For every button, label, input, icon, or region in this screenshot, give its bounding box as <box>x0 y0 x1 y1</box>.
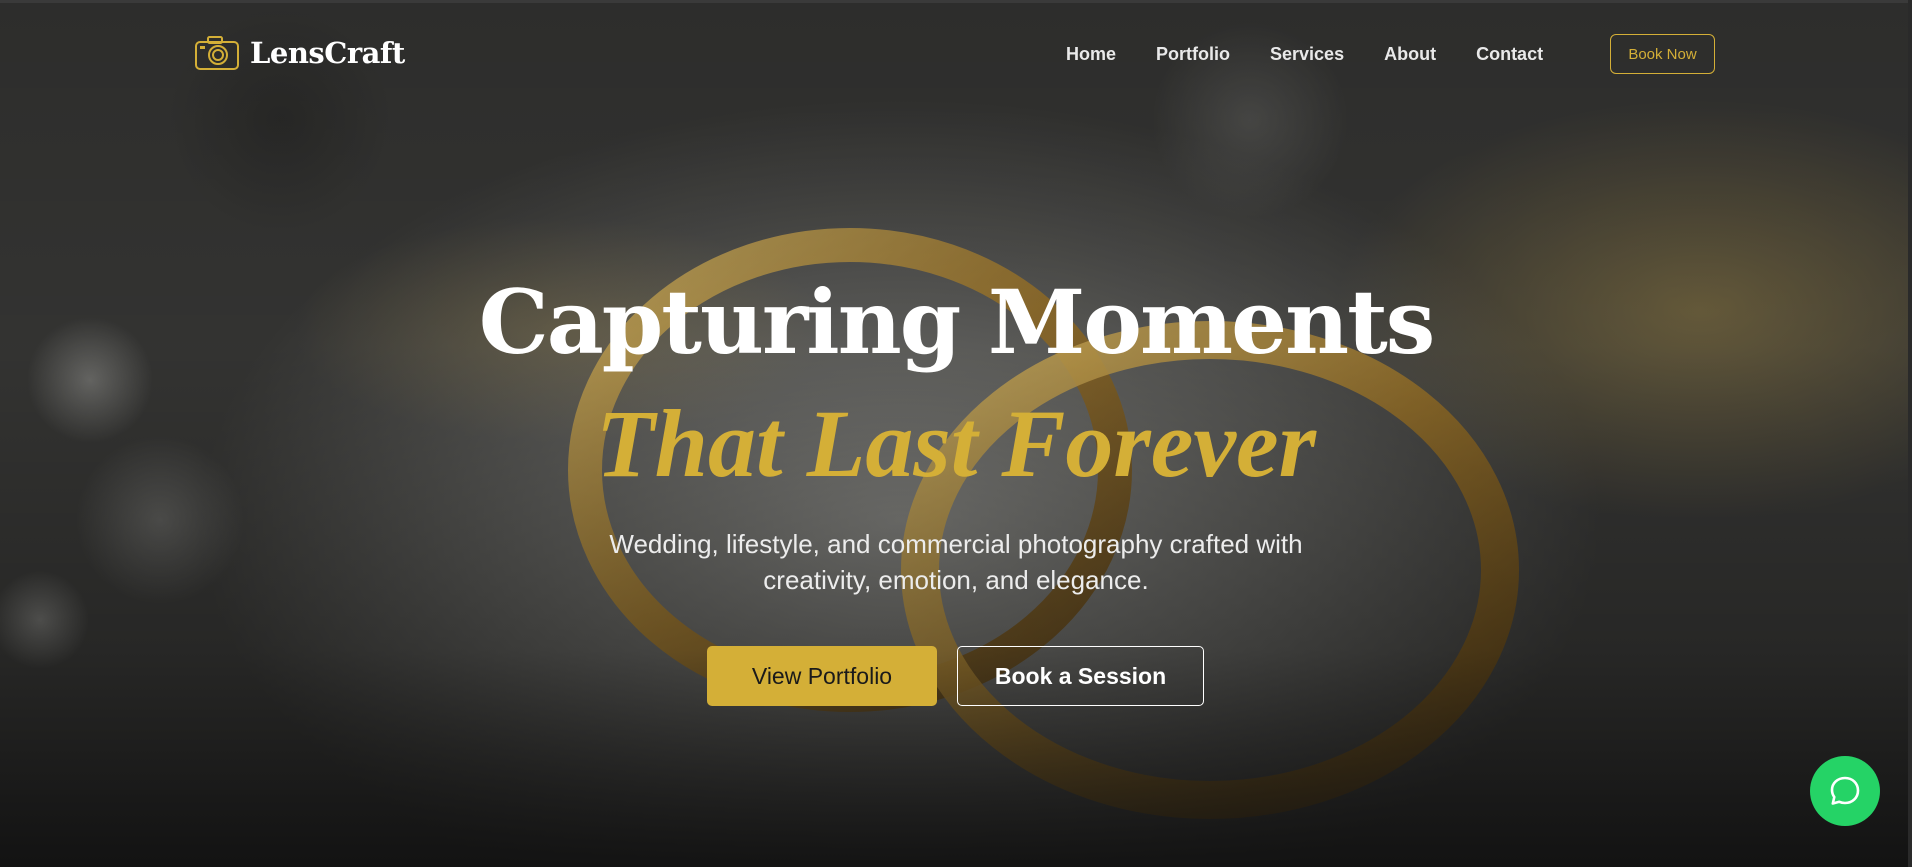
hero-content: Capturing Moments That Last Forever Wedd… <box>0 0 1912 867</box>
hero-tagline: That Last Forever <box>596 390 1316 497</box>
chat-button[interactable] <box>1810 756 1880 826</box>
book-session-button[interactable]: Book a Session <box>957 646 1204 706</box>
hero-headline: Capturing Moments <box>478 270 1436 374</box>
view-portfolio-button[interactable]: View Portfolio <box>707 646 937 706</box>
hero-description: Wedding, lifestyle, and commercial photo… <box>609 529 1303 595</box>
chat-bubble-icon <box>1830 776 1860 805</box>
